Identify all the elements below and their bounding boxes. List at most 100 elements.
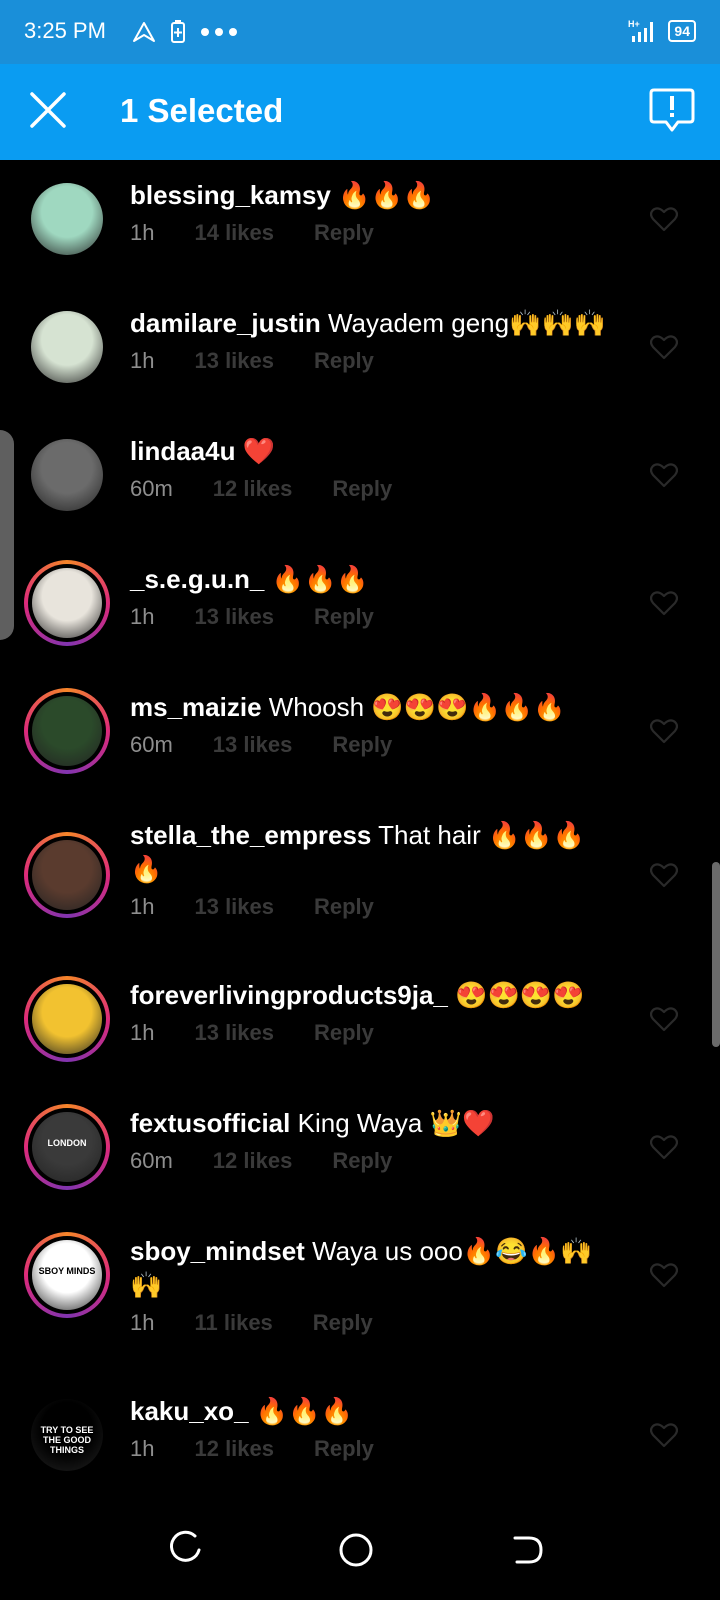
comment-body: damilare_justin Wayadem geng🙌🙌🙌 1h 13 like… — [130, 306, 620, 374]
avatar[interactable] — [24, 832, 110, 918]
heart-icon[interactable] — [650, 206, 678, 232]
comment-username[interactable]: fextusofficial — [130, 1108, 290, 1138]
comment-likes[interactable]: 14 likes — [194, 220, 274, 246]
comment-meta: 1h 14 likes Reply — [130, 220, 620, 246]
recent-apps-icon[interactable] — [165, 1530, 205, 1570]
comment-likes[interactable]: 12 likes — [213, 1148, 293, 1174]
heart-icon[interactable] — [650, 1422, 678, 1448]
navigation-icon — [133, 22, 155, 42]
comment-meta: 60m 12 likes Reply — [130, 476, 620, 502]
avatar[interactable] — [24, 560, 110, 646]
avatar-image — [32, 840, 102, 910]
reply-button[interactable]: Reply — [314, 1020, 374, 1046]
comment-text: 🔥🔥🔥 — [338, 180, 436, 210]
comment-text-line: _s.e.g.u.n_ 🔥🔥🔥 — [130, 562, 620, 596]
reply-button[interactable]: Reply — [313, 1310, 373, 1336]
status-bar: 3:25 PM H+ 94 — [0, 0, 720, 64]
avatar[interactable] — [24, 304, 110, 390]
comment-likes[interactable]: 11 likes — [194, 1310, 272, 1336]
comment-body: kaku_xo_ 🔥🔥🔥 1h 12 likes Reply — [130, 1394, 620, 1462]
comment-text: 🔥🔥🔥 — [271, 564, 369, 594]
comment-username[interactable]: sboy_mindset — [130, 1236, 305, 1266]
comment-username[interactable]: lindaa4u — [130, 436, 235, 466]
comment-body: ms_maizie Whoosh 😍😍😍🔥🔥🔥 60m 13 likes Reply — [130, 690, 620, 758]
reply-button[interactable]: Reply — [314, 220, 374, 246]
comment-likes[interactable]: 13 likes — [194, 1020, 274, 1046]
reply-button[interactable]: Reply — [314, 604, 374, 630]
reply-button[interactable]: Reply — [314, 348, 374, 374]
heart-icon[interactable] — [650, 1134, 678, 1160]
heart-icon[interactable] — [650, 590, 678, 616]
comment-body: fextusofficial King Waya 👑❤️ 60m 12 likes R… — [130, 1106, 620, 1174]
home-icon[interactable] — [336, 1530, 376, 1570]
comment-text: Wayadem geng🙌🙌🙌 — [327, 308, 607, 338]
comment-text-line: foreverlivingproducts9ja_ 😍😍😍😍 — [130, 978, 620, 1012]
close-icon[interactable] — [24, 86, 72, 134]
scrollbar[interactable] — [712, 862, 720, 1047]
comment-text-line: damilare_justin Wayadem geng🙌🙌🙌 — [130, 306, 620, 340]
comment-username[interactable]: _s.e.g.u.n_ — [130, 564, 264, 594]
back-icon[interactable] — [507, 1530, 547, 1570]
avatar[interactable]: TRY TO SEE THE GOOD THINGS — [24, 1392, 110, 1478]
comment-likes[interactable]: 13 likes — [194, 894, 274, 920]
signal-icon: H+ — [628, 19, 654, 42]
avatar-image — [32, 568, 102, 638]
comment-body: stella_the_empress That hair 🔥🔥🔥 🔥 1h 13 l… — [130, 818, 620, 920]
heart-icon[interactable] — [650, 718, 678, 744]
comment-likes[interactable]: 12 likes — [194, 1436, 274, 1462]
heart-icon[interactable] — [650, 334, 678, 360]
more-notifications-icon — [201, 28, 237, 36]
page-title: 1 Selected — [120, 92, 284, 129]
avatar[interactable] — [24, 688, 110, 774]
avatar-image — [31, 311, 103, 383]
comment-text: Whoosh 😍😍😍🔥🔥🔥 — [268, 692, 566, 722]
reply-button[interactable]: Reply — [332, 1148, 392, 1174]
comment-time: 60m — [130, 732, 173, 757]
comment-likes[interactable]: 13 likes — [213, 732, 293, 758]
status-icons-left — [132, 20, 238, 44]
heart-icon[interactable] — [650, 1262, 678, 1288]
reply-button[interactable]: Reply — [332, 476, 392, 502]
avatar-image — [32, 984, 102, 1054]
comment-username[interactable]: blessing_kamsy — [130, 180, 331, 210]
report-icon[interactable] — [648, 86, 696, 136]
system-nav-bar — [0, 1510, 720, 1600]
comment-text-line: sboy_mindset Waya us ooo🔥😂🔥🙌 🙌 — [130, 1234, 620, 1302]
edge-panel-handle[interactable] — [0, 430, 14, 640]
comment-likes[interactable]: 12 likes — [213, 476, 293, 502]
reply-button[interactable]: Reply — [314, 894, 374, 920]
avatar[interactable] — [24, 976, 110, 1062]
avatar[interactable] — [24, 176, 110, 262]
battery-indicator: 94 — [668, 20, 696, 42]
avatar-image: LONDON — [32, 1112, 102, 1182]
avatar[interactable]: LONDON — [24, 1104, 110, 1190]
comment-body: blessing_kamsy 🔥🔥🔥 1h 14 likes Reply — [130, 178, 620, 246]
comment-text: 🔥🔥🔥 — [255, 1396, 353, 1426]
comment-text-line: ms_maizie Whoosh 😍😍😍🔥🔥🔥 — [130, 690, 620, 724]
reply-button[interactable]: Reply — [314, 1436, 374, 1462]
comment-time: 1h — [130, 348, 155, 373]
comment-body: foreverlivingproducts9ja_ 😍😍😍😍 1h 13 likes… — [130, 978, 620, 1046]
comment-meta: 1h 13 likes Reply — [130, 1020, 620, 1046]
comment-meta: 1h 12 likes Reply — [130, 1436, 620, 1462]
avatar[interactable]: SBOY MINDS — [24, 1232, 110, 1318]
comment-username[interactable]: ms_maizie — [130, 692, 262, 722]
comment-text-line: blessing_kamsy 🔥🔥🔥 — [130, 178, 620, 212]
comment-meta: 1h 13 likes Reply — [130, 348, 620, 374]
comment-meta: 60m 12 likes Reply — [130, 1148, 620, 1174]
heart-icon[interactable] — [650, 1006, 678, 1032]
heart-icon[interactable] — [650, 862, 678, 888]
avatar[interactable] — [24, 432, 110, 518]
comment-body: _s.e.g.u.n_ 🔥🔥🔥 1h 13 likes Reply — [130, 562, 620, 630]
app-bar: 1 Selected — [0, 64, 720, 160]
reply-button[interactable]: Reply — [332, 732, 392, 758]
status-time: 3:25 PM — [24, 18, 106, 43]
comment-likes[interactable]: 13 likes — [194, 604, 274, 630]
comment-username[interactable]: stella_the_empress — [130, 820, 371, 850]
comment-username[interactable]: kaku_xo_ — [130, 1396, 249, 1426]
avatar-image — [31, 183, 103, 255]
heart-icon[interactable] — [650, 462, 678, 488]
comment-likes[interactable]: 13 likes — [194, 348, 274, 374]
comment-username[interactable]: damilare_justin — [130, 308, 321, 338]
comment-username[interactable]: foreverlivingproducts9ja_ — [130, 980, 448, 1010]
